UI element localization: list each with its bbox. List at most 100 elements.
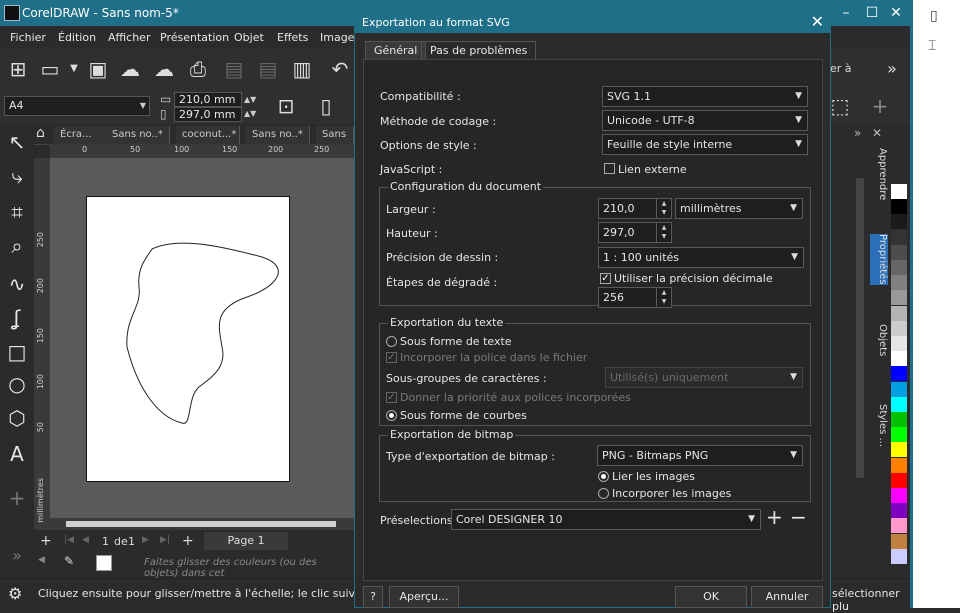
zoom-tool-icon[interactable]: ⌕ [3,232,31,260]
external-link-checkbox[interactable] [604,163,615,174]
chevron-left-icon[interactable]: ◀ [38,555,45,565]
color-swatch[interactable] [891,351,907,367]
page-options-icon[interactable]: ⊡ [274,94,298,118]
print-icon[interactable]: ⎙ [186,57,210,81]
ellipse-tool-icon[interactable]: ○ [3,370,31,398]
pick-tool-icon[interactable]: ↖ [3,128,31,156]
color-swatch[interactable] [891,275,907,291]
add-page-after-icon[interactable]: + [182,533,194,549]
menu-presentation[interactable]: Présentation [160,31,229,44]
encoding-select[interactable]: Unicode - UTF-8 ▼ [602,110,808,131]
link-images-radio[interactable] [598,471,609,482]
first-page-icon[interactable]: |◀ [64,535,74,545]
spinner-icon[interactable]: ▲ ▼ [656,223,671,242]
help-button[interactable]: ? [363,586,383,608]
transform-icon[interactable]: ⬚ [828,94,852,118]
spinner-icon[interactable]: ▲▼ ▲▼ [244,93,256,121]
preview-button[interactable]: Aperçu... [389,586,459,608]
color-swatch[interactable] [891,305,907,321]
spinner-icon[interactable]: ▲ ▼ [656,199,671,218]
style-select[interactable]: Feuille de style interne ▼ [602,134,808,155]
doc-tab[interactable]: coconut...* [176,126,240,144]
double-chevron-right-icon[interactable]: » [854,126,861,140]
precision-select[interactable]: 1 : 100 unités ▼ [598,247,804,268]
ok-button[interactable]: OK [675,586,747,608]
polygon-tool-icon[interactable]: ⬡ [3,404,31,432]
doc-tab[interactable]: Sans no..* [246,126,310,144]
gradient-steps-input[interactable]: 256 ▲ ▼ [598,287,672,308]
tab-general[interactable]: Général [365,41,427,60]
prev-page-icon[interactable]: ◀ [82,535,89,545]
unit-select[interactable]: millimètres ▼ [675,198,803,219]
new-document-icon[interactable]: ⊞ [6,57,30,81]
gear-icon[interactable]: ⚙ [8,584,22,603]
menu-objet[interactable]: Objet [234,31,264,44]
menu-fichier[interactable]: Fichier [10,31,46,44]
text-tool-icon[interactable]: A [3,440,31,468]
format-icon[interactable]: ⌶ [928,38,936,54]
document-icon[interactable]: ▯ [930,8,938,24]
crop-tool-icon[interactable]: ⌗ [3,198,31,226]
open-folder-icon[interactable]: ▭ [38,57,62,81]
scroll-thumb[interactable] [66,521,336,527]
cloud-upload-icon[interactable]: ☁ [152,57,176,81]
last-page-icon[interactable]: ▶| [160,535,170,545]
add-tool-icon[interactable]: + [3,484,31,512]
eyedropper-icon[interactable]: ✎ [64,554,74,568]
color-swatch[interactable] [891,396,907,412]
color-swatch[interactable] [891,457,907,473]
menu-afficher[interactable]: Afficher [108,31,150,44]
color-swatch[interactable] [891,503,907,519]
copy-icon[interactable]: ▤ [256,57,280,81]
docker-tab-objets[interactable]: Objets [870,324,888,356]
freehand-shape[interactable] [87,197,289,481]
tab-problems[interactable]: Pas de problèmes [421,41,537,60]
double-chevron-right-icon[interactable]: » [880,57,904,81]
add-page-icon[interactable]: + [40,533,52,549]
color-swatch[interactable] [891,381,907,397]
no-color-swatch[interactable] [96,555,112,571]
color-swatch[interactable] [891,229,907,245]
page-height-input[interactable]: 297,0 mm [174,107,242,122]
cut-icon[interactable]: ▤ [222,57,246,81]
close-docker-icon[interactable]: ✕ [872,126,882,140]
double-chevron-icon[interactable]: » [3,542,31,570]
bitmap-type-select[interactable]: PNG - Bitmaps PNG ▼ [597,445,803,466]
add-preset-icon[interactable]: + [766,505,783,529]
minimize-icon[interactable]: – [836,3,856,23]
color-swatch[interactable] [891,290,907,306]
color-swatch[interactable] [891,244,907,260]
page-width-input[interactable]: 210,0 mm [174,92,242,107]
save-icon[interactable]: ▣ [86,57,110,81]
embed-images-radio[interactable] [598,488,609,499]
spinner-icon[interactable]: ▲ ▼ [656,288,671,307]
horizontal-scrollbar[interactable] [50,518,354,530]
snap-to-label[interactable]: er à [830,62,852,75]
as-text-radio[interactable] [386,336,397,347]
color-swatch[interactable] [891,533,907,549]
embed-font-checkbox[interactable]: ✓ [386,352,397,363]
maximize-icon[interactable]: ☐ [862,3,882,23]
home-icon[interactable]: ⌂ [36,125,45,141]
doc-tab[interactable]: Sans no..* [106,126,170,144]
as-curves-radio[interactable] [386,410,397,421]
color-swatch[interactable] [891,548,907,564]
docker-scrollbar[interactable] [856,178,864,478]
presets-select[interactable]: Corel DESIGNER 10 ▼ [451,509,761,530]
color-swatch[interactable] [891,442,907,458]
shape-tool-icon[interactable]: ⤷ [3,162,31,190]
color-swatch[interactable] [891,412,907,427]
docker-tab-apprendre[interactable]: Apprendre [870,148,888,200]
docker-tab-styles[interactable]: Styles ... [870,404,888,447]
close-icon[interactable]: ✕ [811,12,824,31]
color-swatch[interactable] [891,214,907,230]
compat-select[interactable]: SVG 1.1 ▼ [602,86,808,107]
height-input[interactable]: 297,0 ▲ ▼ [598,222,672,243]
page-size-combo[interactable]: A4 ▼ [4,96,150,116]
color-swatch[interactable] [891,366,907,382]
color-swatch[interactable] [891,260,907,275]
subsets-select[interactable]: Utilisé(s) uniquement ▼ [605,367,803,388]
next-page-icon[interactable]: ▶ [142,535,149,545]
docker-tab-proprietes[interactable]: Propriétés [870,234,888,285]
doc-tab[interactable]: Sans no [316,126,354,158]
